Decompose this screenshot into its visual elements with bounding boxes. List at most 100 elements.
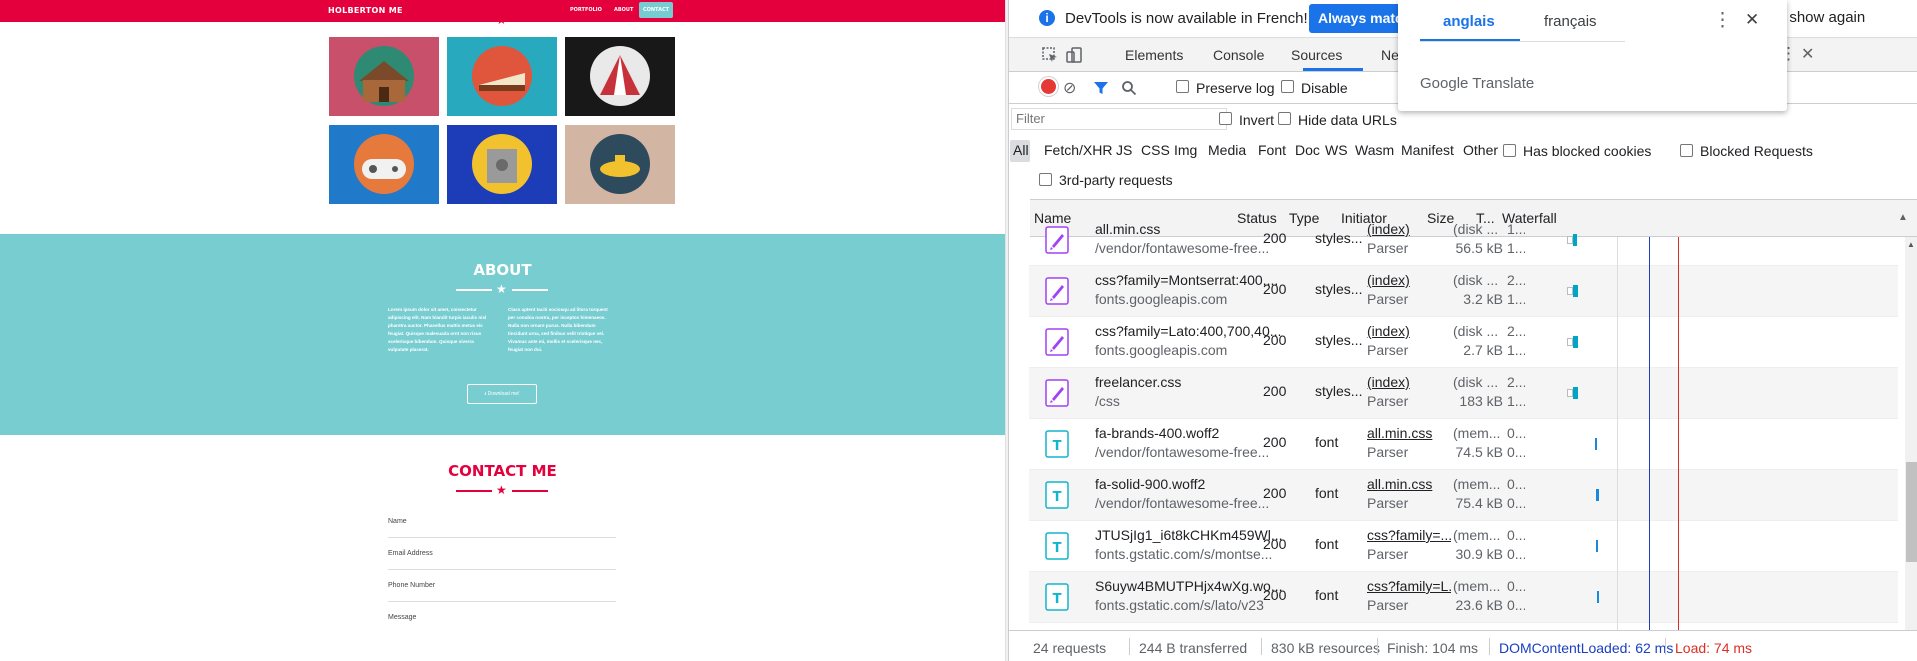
- divider-line: [512, 490, 548, 492]
- request-initiator-type: Parser: [1367, 393, 1409, 409]
- request-initiator[interactable]: all.min.css: [1367, 425, 1451, 441]
- dont-show-again-button[interactable]: t show again: [1781, 9, 1865, 26]
- third-party-checkbox[interactable]: [1039, 173, 1052, 186]
- message-field[interactable]: Message: [388, 614, 416, 621]
- record-icon[interactable]: [1041, 79, 1056, 94]
- game-controller-image[interactable]: [329, 125, 439, 204]
- nav-contact[interactable]: CONTACT: [639, 2, 673, 18]
- scrollbar-thumb[interactable]: [1906, 462, 1917, 562]
- type-doc[interactable]: Doc: [1295, 142, 1320, 158]
- blocked-requests-checkbox[interactable]: [1680, 144, 1693, 157]
- filter-icon[interactable]: [1093, 80, 1109, 96]
- request-initiator[interactable]: (index): [1367, 323, 1451, 339]
- close-icon[interactable]: ✕: [1801, 44, 1814, 64]
- table-row[interactable]: css?family=Lato:400,700,40... fonts.googl…: [1029, 317, 1898, 368]
- request-latency: 1...: [1507, 393, 1525, 409]
- type-all[interactable]: All: [1013, 142, 1029, 158]
- invert-checkbox[interactable]: [1219, 112, 1232, 125]
- type-other[interactable]: Other: [1463, 142, 1498, 158]
- name-field[interactable]: Name: [388, 518, 407, 525]
- has-blocked-cookies-checkbox[interactable]: [1503, 144, 1516, 157]
- sort-up-icon[interactable]: ▲: [1898, 212, 1908, 223]
- table-row[interactable]: css?family=Montserrat:400,... fonts.googl…: [1029, 266, 1898, 317]
- request-initiator[interactable]: (index): [1367, 221, 1451, 237]
- table-row[interactable]: all.min.css/vendor/fontawesome-free... 20…: [1029, 215, 1898, 266]
- scroll-up-icon[interactable]: ▲: [1907, 240, 1915, 249]
- request-initiator[interactable]: (index): [1367, 272, 1451, 288]
- request-size-source: (mem...: [1453, 527, 1501, 543]
- device-toolbar-icon[interactable]: [1065, 46, 1083, 64]
- type-media[interactable]: Media: [1208, 142, 1246, 158]
- tab-network[interactable]: Ne: [1381, 47, 1399, 63]
- waterfall-grid-line: [1617, 237, 1618, 661]
- request-initiator[interactable]: css?family=L...: [1367, 578, 1451, 594]
- request-size: 30.9 kB: [1455, 546, 1503, 562]
- request-path: fonts.gstatic.com/s/montse...: [1095, 546, 1273, 562]
- info-icon: i: [1039, 10, 1055, 26]
- divider: [1129, 638, 1130, 655]
- table-row[interactable]: Tfa-brands-400.woff2/vendor/fontawesome-…: [1029, 419, 1898, 470]
- request-path: fonts.googleapis.com: [1095, 342, 1228, 358]
- tab-elements[interactable]: Elements: [1125, 47, 1183, 63]
- table-scrollbar[interactable]: ▲: [1905, 237, 1917, 630]
- field-underline: [388, 537, 616, 538]
- close-icon[interactable]: ✕: [1745, 10, 1759, 30]
- table-row[interactable]: Tfa-solid-900.woff2/vendor/fontawesome-f…: [1029, 470, 1898, 521]
- request-type: styles...: [1315, 281, 1363, 297]
- nav-portfolio[interactable]: PORTFOLIO: [570, 7, 602, 13]
- cake-image[interactable]: [447, 37, 557, 116]
- type-manifest[interactable]: Manifest: [1401, 142, 1454, 158]
- request-initiator[interactable]: all.min.css: [1367, 476, 1451, 492]
- type-css[interactable]: CSS: [1141, 142, 1170, 158]
- inspect-icon[interactable]: [1041, 46, 1059, 64]
- always-match-button[interactable]: Always match: [1309, 4, 1409, 33]
- email-field[interactable]: Email Address: [388, 550, 433, 557]
- request-size-source: (disk ...: [1453, 272, 1499, 288]
- type-ws[interactable]: WS: [1325, 142, 1348, 158]
- request-size: 183 kB: [1459, 393, 1503, 409]
- table-row[interactable]: freelancer.css/css 200 styles... (index) Par…: [1029, 368, 1898, 419]
- phone-field[interactable]: Phone Number: [388, 582, 435, 589]
- kebab-menu-icon[interactable]: ⋮: [1713, 9, 1732, 32]
- transferred: 244 B transferred: [1139, 640, 1248, 656]
- request-initiator[interactable]: css?family=...: [1367, 527, 1451, 543]
- svg-text:T: T: [1053, 541, 1062, 556]
- type-js[interactable]: JS: [1116, 142, 1132, 158]
- font-file-icon: T: [1045, 481, 1069, 509]
- lang-french-tab[interactable]: français: [1544, 13, 1597, 30]
- search-icon[interactable]: [1121, 80, 1137, 96]
- download-button[interactable]: ⭳ Download me!: [467, 384, 537, 404]
- type-img[interactable]: Img: [1174, 142, 1197, 158]
- filter-input[interactable]: Filter: [1011, 108, 1227, 130]
- divider: [1665, 638, 1666, 655]
- clear-icon[interactable]: ⊘: [1063, 78, 1076, 98]
- type-font[interactable]: Font: [1258, 142, 1286, 158]
- lang-english-tab[interactable]: anglais: [1443, 13, 1495, 30]
- webpage: HOLBERTON ME PORTFOLIO ABOUT CONTACT ★ A…: [0, 0, 1005, 661]
- waterfall-bar: [1573, 387, 1578, 399]
- table-row[interactable]: T JTUSjIg1_i6t8kCHKm459Wl... fonts.gstatic…: [1029, 521, 1898, 572]
- request-status: 200: [1263, 536, 1287, 552]
- type-fetch-xhr[interactable]: Fetch/XHR: [1044, 142, 1112, 158]
- disable-cache-checkbox[interactable]: [1281, 80, 1294, 93]
- table-row[interactable]: T S6uyw4BMUTPHjx4wXg.wo... fonts.gstatic.c…: [1029, 572, 1898, 623]
- star-icon: ★: [496, 483, 507, 497]
- type-wasm[interactable]: Wasm: [1355, 142, 1394, 158]
- tab-sources[interactable]: Sources: [1291, 47, 1342, 63]
- request-size: 56.5 kB: [1455, 240, 1503, 256]
- submarine-image[interactable]: [565, 125, 675, 204]
- site-brand[interactable]: HOLBERTON ME: [328, 6, 403, 15]
- request-name: freelancer.css: [1095, 374, 1182, 390]
- hide-data-urls-checkbox[interactable]: [1278, 112, 1291, 125]
- preserve-log-checkbox[interactable]: [1176, 80, 1189, 93]
- circus-tent-image[interactable]: [565, 37, 675, 116]
- nav-about[interactable]: ABOUT: [614, 7, 633, 13]
- safe-image[interactable]: [447, 125, 557, 204]
- contact-title: CONTACT ME: [448, 462, 557, 480]
- about-text-right: Class aptent taciti sociosqu ad litora t…: [508, 307, 608, 352]
- waterfall-bar: [1595, 438, 1597, 450]
- tab-console[interactable]: Console: [1213, 47, 1264, 63]
- request-initiator[interactable]: (index): [1367, 374, 1451, 390]
- cabin-image[interactable]: [329, 37, 439, 116]
- field-underline: [388, 601, 616, 602]
